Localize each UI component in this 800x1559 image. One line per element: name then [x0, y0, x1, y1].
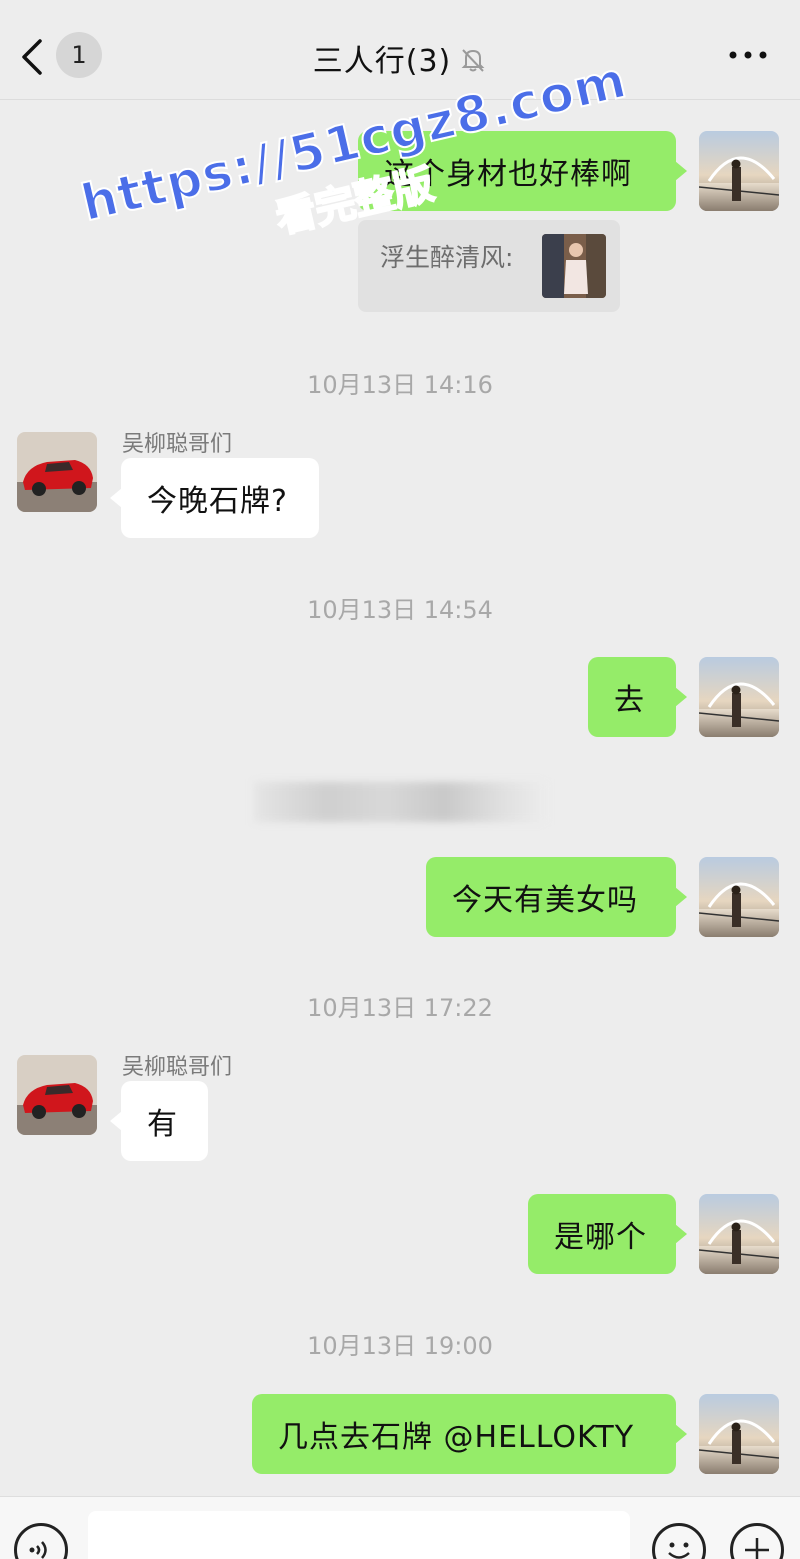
avatar-image [699, 857, 779, 937]
voice-button[interactable] [14, 1523, 68, 1559]
avatar-image [17, 432, 97, 512]
quoted-image-thumbnail[interactable] [542, 234, 606, 298]
incoming-message-bubble[interactable]: 有 [110, 1081, 208, 1161]
outgoing-message-bubble[interactable]: 今天有美女吗 [426, 857, 687, 937]
incoming-message-bubble[interactable]: 今晚石牌? [110, 458, 319, 538]
outgoing-message-bubble[interactable]: 几点去石牌 @HELLOKTY [252, 1394, 687, 1474]
plus-icon [745, 1538, 769, 1559]
emoji-button[interactable] [652, 1523, 706, 1559]
quoted-message[interactable]: 浮生醉清风: [358, 220, 620, 312]
timestamp: 10月13日 14:54 [307, 596, 493, 624]
avatar-image [17, 1055, 97, 1135]
timestamp: 10月13日 14:16 [307, 371, 493, 399]
quoted-sender: 浮生醉清风: [380, 243, 514, 272]
input-bar [0, 1496, 800, 1559]
more-dots-icon[interactable] [726, 40, 770, 70]
my-avatar[interactable] [699, 657, 779, 737]
message-input[interactable] [88, 1511, 630, 1559]
voice-icon [29, 1541, 47, 1559]
my-avatar[interactable] [699, 857, 779, 937]
friend-avatar[interactable] [17, 1055, 97, 1135]
avatar-image [699, 131, 779, 211]
blurred-system-notice [254, 782, 546, 822]
my-avatar[interactable] [699, 1194, 779, 1274]
timestamp: 10月13日 19:00 [307, 1332, 493, 1360]
thumbnail-image [542, 234, 606, 298]
outgoing-message-bubble[interactable]: 去 [588, 657, 687, 737]
avatar-image [699, 1194, 779, 1274]
avatar-image [699, 1394, 779, 1474]
friend-avatar[interactable] [17, 432, 97, 512]
outgoing-message-bubble[interactable]: 是哪个 [528, 1194, 687, 1274]
my-avatar[interactable] [699, 1394, 779, 1474]
timestamp: 10月13日 17:22 [307, 994, 493, 1022]
sender-name: 吴柳聪哥们 [122, 1055, 233, 1080]
avatar-image [699, 657, 779, 737]
emoji-icon [668, 1542, 690, 1559]
sender-name: 吴柳聪哥们 [122, 432, 233, 457]
my-avatar[interactable] [699, 131, 779, 211]
plus-button[interactable] [730, 1523, 784, 1559]
